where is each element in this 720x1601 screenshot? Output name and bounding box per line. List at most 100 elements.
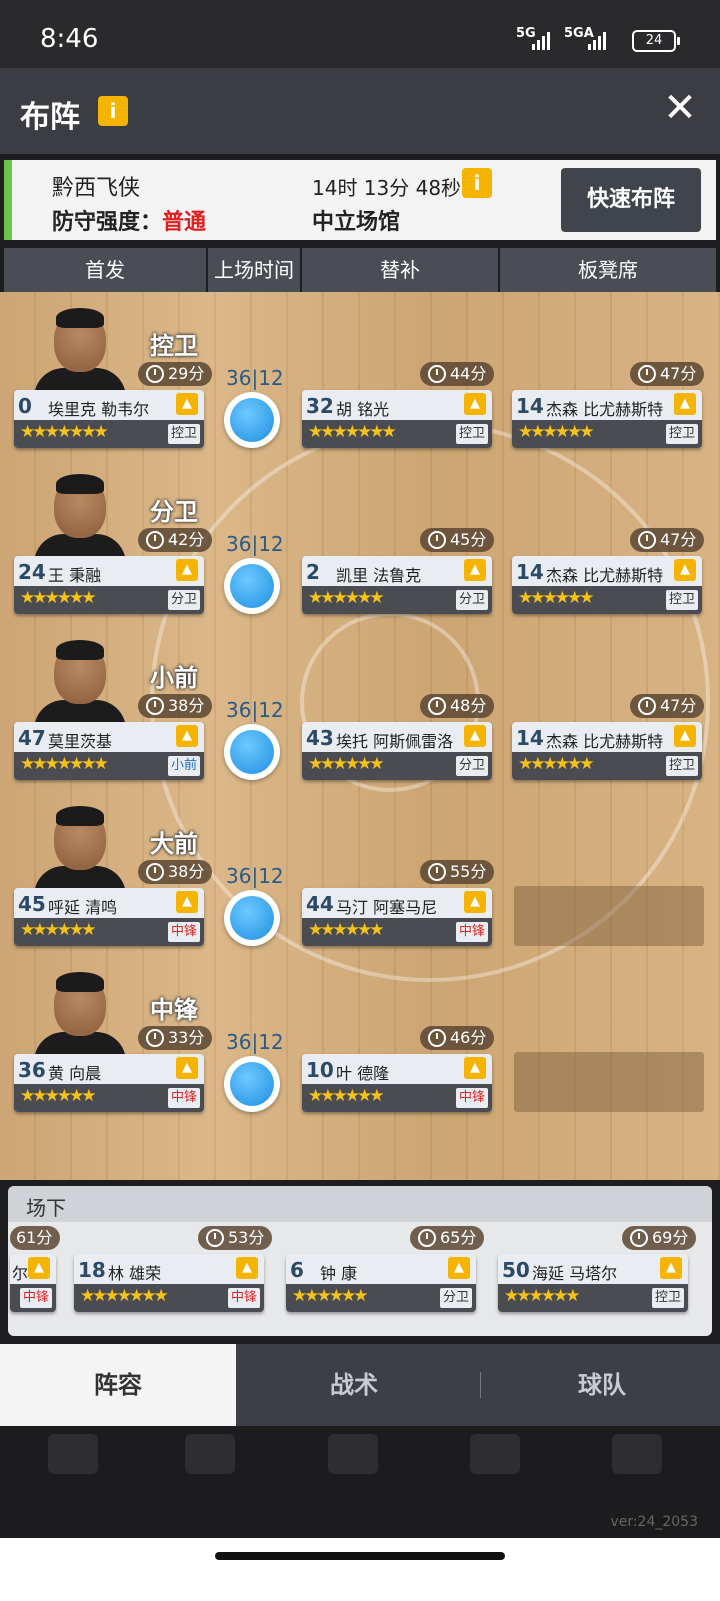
jersey-number: 32 xyxy=(306,394,334,418)
star-rating: ★★★★★★ xyxy=(20,588,96,608)
fire-icon: ▲ xyxy=(176,559,198,581)
avatar-hair xyxy=(56,972,104,992)
playtime-split: 36|12 xyxy=(226,1030,284,1054)
tab-lineup[interactable]: 阵容 xyxy=(0,1344,236,1426)
card-footer: ★★★★★★ 控卫 xyxy=(512,752,702,780)
stopwatch-icon xyxy=(428,531,446,549)
minutes-value: 44分 xyxy=(450,364,487,383)
home-indicator[interactable] xyxy=(215,1552,505,1560)
tab-team[interactable]: 球队 xyxy=(484,1344,720,1426)
player-name: 黄 向晨 xyxy=(48,1064,102,1083)
position-row: 控卫 29分 0 埃里克 勒韦尔 ▲ ★★★★★★★ 控卫 36|12 44分 … xyxy=(0,300,720,470)
player-card[interactable]: 32 胡 铭光 ▲ ★★★★★★★ 控卫 xyxy=(302,390,492,448)
jersey-number: 44 xyxy=(306,892,334,916)
tab-tactics[interactable]: 战术 xyxy=(236,1344,472,1426)
player-avatar[interactable] xyxy=(34,474,126,568)
empty-bench-slot[interactable] xyxy=(514,1052,704,1112)
player-card[interactable]: 14 杰森 比尤赫斯特 ▲ ★★★★★★ 控卫 xyxy=(512,556,702,614)
avatar-hair xyxy=(56,308,104,328)
player-avatar[interactable] xyxy=(34,972,126,1066)
player-avatar[interactable] xyxy=(34,308,126,402)
footer-area: ver:24_2053 xyxy=(0,1426,720,1538)
version-label: ver:24_2053 xyxy=(610,1514,698,1530)
minutes-badge: 47分 xyxy=(630,694,705,718)
signal-icon xyxy=(532,30,550,50)
close-icon[interactable]: ✕ xyxy=(660,88,700,128)
player-card[interactable]: 2 凯里 法鲁克 ▲ ★★★★★★ 分卫 xyxy=(302,556,492,614)
faded-nav-icon xyxy=(48,1434,98,1474)
stopwatch-icon xyxy=(146,365,164,383)
card-footer: ★★★★★★★ 小前 xyxy=(14,752,204,780)
player-card[interactable]: 45 呼延 清鸣 ▲ ★★★★★★ 中锋 xyxy=(14,888,204,946)
player-name: 林 雄荣 xyxy=(108,1264,162,1283)
jersey-number: 24 xyxy=(18,560,46,584)
jersey-number: 43 xyxy=(306,726,334,750)
star-rating: ★★★★★★ xyxy=(20,920,96,940)
player-card[interactable]: 24 王 秉融 ▲ ★★★★★★ 分卫 xyxy=(14,556,204,614)
star-rating: ★★★★★★ xyxy=(518,588,594,608)
playtime-stopwatch-button[interactable] xyxy=(224,890,280,946)
page-title: 布阵 xyxy=(20,100,80,135)
fire-icon: ▲ xyxy=(28,1257,50,1279)
stopwatch-icon xyxy=(418,1229,436,1247)
defense-level: 普通 xyxy=(162,210,207,235)
card-footer: ★★★★★★ 控卫 xyxy=(512,586,702,614)
player-name: 杰森 比尤赫斯特 xyxy=(546,732,664,751)
player-card[interactable]: 50 海延 马塔尔 ▲ ★★★★★★ 控卫 xyxy=(498,1254,688,1312)
player-name: 杰森 比尤赫斯特 xyxy=(546,566,664,585)
title-bar: 布阵 i ✕ xyxy=(0,68,720,154)
minutes-value: 55分 xyxy=(450,862,487,881)
player-card[interactable]: 6 钟 康 ▲ ★★★★★★ 分卫 xyxy=(286,1254,476,1312)
star-rating: ★★★★★★★ xyxy=(20,754,109,774)
star-rating: ★★★★★★ xyxy=(504,1286,580,1306)
player-card[interactable]: 43 埃托 阿斯佩雷洛 ▲ ★★★★★★ 分卫 xyxy=(302,722,492,780)
timer-info-icon[interactable]: i xyxy=(462,168,492,198)
empty-bench-slot[interactable] xyxy=(514,886,704,946)
position-tag: 中锋 xyxy=(167,1088,200,1108)
position-tag: 中锋 xyxy=(455,1088,488,1108)
jersey-number: 6 xyxy=(290,1258,304,1282)
player-card[interactable]: 14 杰森 比尤赫斯特 ▲ ★★★★★★ 控卫 xyxy=(512,390,702,448)
player-card[interactable]: 尔 ▲ 中锋 xyxy=(10,1254,56,1312)
player-avatar[interactable] xyxy=(34,806,126,900)
player-name: 呼延 清鸣 xyxy=(48,898,118,917)
avatar-hair xyxy=(56,806,104,826)
fire-icon: ▲ xyxy=(464,891,486,913)
player-avatar[interactable] xyxy=(34,640,126,734)
playtime-split: 36|12 xyxy=(226,532,284,556)
minutes-badge: 45分 xyxy=(420,528,495,552)
avatar-hair xyxy=(56,640,104,660)
info-icon[interactable]: i xyxy=(98,96,128,126)
position-tag: 分卫 xyxy=(455,590,488,610)
position-tag: 控卫 xyxy=(167,424,200,444)
playtime-stopwatch-button[interactable] xyxy=(224,724,280,780)
jersey-number: 14 xyxy=(516,560,544,584)
player-name: 杰森 比尤赫斯特 xyxy=(546,400,664,419)
faded-nav-icon xyxy=(185,1434,235,1474)
playtime-stopwatch-button[interactable] xyxy=(224,1056,280,1112)
stopwatch-icon xyxy=(146,863,164,881)
player-name: 王 秉融 xyxy=(48,566,102,585)
quick-lineup-button[interactable]: 快速布阵 xyxy=(561,168,701,232)
player-card[interactable]: 18 林 雄荣 ▲ ★★★★★★★ 中锋 xyxy=(74,1254,264,1312)
player-name: 莫里茨基 xyxy=(48,732,113,751)
jersey-number: 36 xyxy=(18,1058,46,1082)
jersey-number: 14 xyxy=(516,394,544,418)
jersey-number: 14 xyxy=(516,726,544,750)
minutes-badge: 61分 xyxy=(10,1226,61,1250)
minutes-value: 38分 xyxy=(168,862,205,881)
player-card[interactable]: 14 杰森 比尤赫斯特 ▲ ★★★★★★ 控卫 xyxy=(512,722,702,780)
playtime-stopwatch-button[interactable] xyxy=(224,392,280,448)
player-card[interactable]: 36 黄 向晨 ▲ ★★★★★★ 中锋 xyxy=(14,1054,204,1112)
position-label: 小前 xyxy=(150,664,198,692)
card-footer: ★★★★★★★ 控卫 xyxy=(302,420,492,448)
minutes-value: 47分 xyxy=(660,696,697,715)
minutes-badge: 48分 xyxy=(420,694,495,718)
playtime-stopwatch-button[interactable] xyxy=(224,558,280,614)
player-card[interactable]: 47 莫里茨基 ▲ ★★★★★★★ 小前 xyxy=(14,722,204,780)
player-card[interactable]: 44 马汀 阿塞马尼 ▲ ★★★★★★ 中锋 xyxy=(302,888,492,946)
jersey-number: 47 xyxy=(18,726,46,750)
player-card[interactable]: 10 叶 德隆 ▲ ★★★★★★ 中锋 xyxy=(302,1054,492,1112)
stopwatch-icon xyxy=(428,863,446,881)
player-card[interactable]: 0 埃里克 勒韦尔 ▲ ★★★★★★★ 控卫 xyxy=(14,390,204,448)
